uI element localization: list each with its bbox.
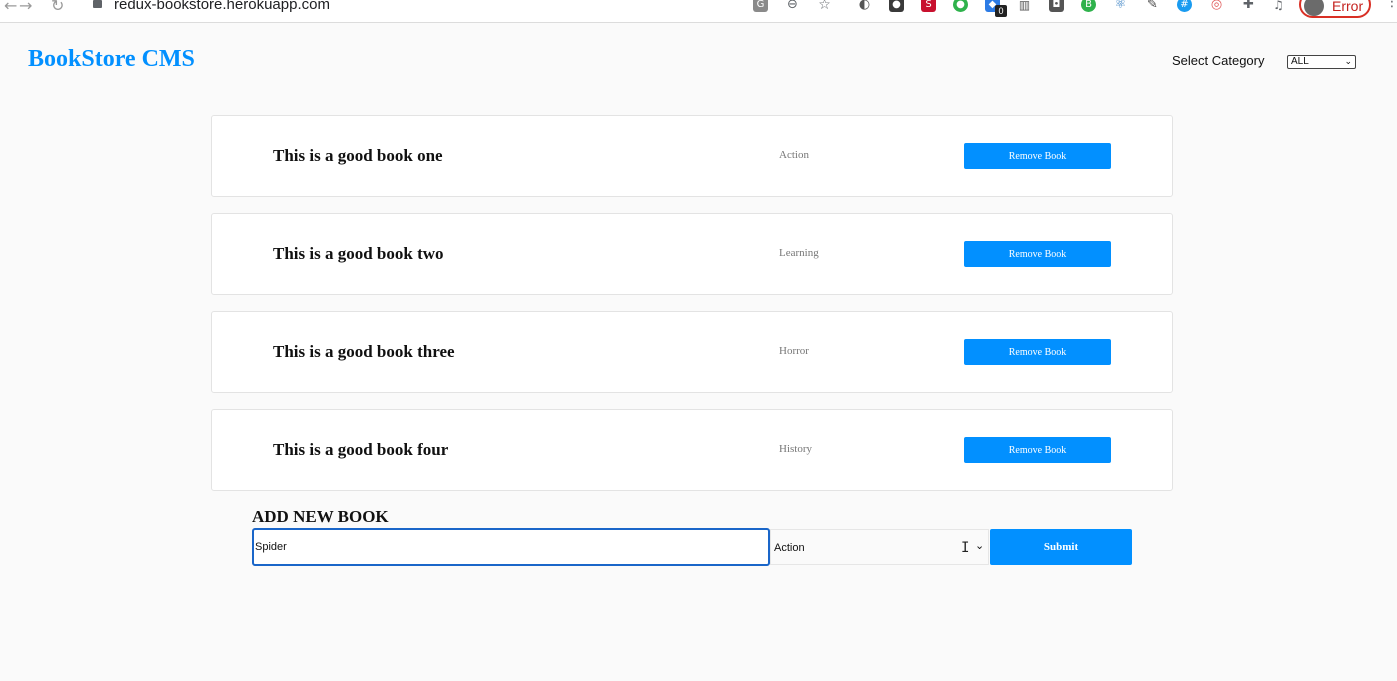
extension-icon[interactable]: B (1081, 0, 1096, 12)
extension-icon[interactable]: # (1177, 0, 1192, 12)
star-icon[interactable]: ☆ (817, 0, 832, 13)
book-card: This is a good book one Action Remove Bo… (211, 115, 1173, 197)
forward-icon[interactable]: → (19, 0, 32, 15)
extension-icon[interactable]: ◐ (857, 0, 872, 12)
lock-icon[interactable] (93, 0, 102, 8)
filter-label: Select Category (1172, 53, 1265, 68)
book-title: This is a good book four (273, 440, 449, 459)
browser-toolbar: ← → ↻ redux-bookstore.herokuapp.com G ⊖ … (0, 0, 1397, 23)
profile-button[interactable]: Error (1299, 0, 1371, 18)
extension-icon[interactable]: ▥ (1017, 0, 1032, 12)
remove-book-button[interactable]: Remove Book (964, 339, 1111, 365)
puzzle-icon[interactable]: ✚ (1241, 0, 1256, 12)
extension-icon[interactable]: S (921, 0, 936, 12)
book-title: This is a good book two (273, 244, 444, 263)
submit-button[interactable]: Submit (990, 529, 1132, 565)
book-title: This is a good book three (273, 342, 455, 361)
book-category: Learning (779, 247, 819, 259)
remove-book-button[interactable]: Remove Book (964, 241, 1111, 267)
remove-book-button[interactable]: Remove Book (964, 437, 1111, 463)
react-icon[interactable]: ⚛ (1113, 0, 1128, 12)
book-card: This is a good book three Horror Remove … (211, 311, 1173, 393)
profile-status: Error (1332, 0, 1364, 14)
book-title: This is a good book one (273, 146, 443, 165)
extension-icon[interactable]: ● (889, 0, 904, 12)
back-icon[interactable]: ← (4, 0, 17, 15)
menu-icon[interactable]: ⋮ (1385, 0, 1397, 10)
extension-icon[interactable]: ● (953, 0, 968, 12)
form-heading: ADD NEW BOOK (252, 507, 389, 526)
text-cursor-icon: I (961, 540, 970, 556)
book-category-value: Action (774, 542, 805, 554)
book-category: Horror (779, 345, 809, 357)
book-category: History (779, 443, 812, 455)
translate-icon[interactable]: G (753, 0, 768, 12)
book-title-input[interactable] (252, 528, 770, 566)
extension-badge: 0 (995, 5, 1007, 17)
chevron-down-icon: ⌄ (975, 539, 985, 552)
reload-icon[interactable]: ↻ (51, 0, 64, 15)
extension-icon[interactable]: ◘ (1049, 0, 1064, 12)
category-filter-select[interactable]: ALL ⌄ (1287, 55, 1356, 69)
book-category: Action (779, 149, 809, 161)
chevron-down-icon: ⌄ (1344, 57, 1352, 67)
remove-book-button[interactable]: Remove Book (964, 143, 1111, 169)
page-title: BookStore CMS (28, 46, 195, 72)
book-category-select[interactable]: Action ⌄ (770, 529, 989, 565)
extension-icon[interactable]: ✎ (1145, 0, 1160, 12)
book-card: This is a good book two Learning Remove … (211, 213, 1173, 295)
avatar (1304, 0, 1324, 16)
address-bar[interactable]: redux-bookstore.herokuapp.com (114, 0, 330, 13)
book-card: This is a good book four History Remove … (211, 409, 1173, 491)
media-icon[interactable]: ♫ (1271, 0, 1286, 12)
category-filter-value: ALL (1291, 56, 1309, 67)
extension-icon[interactable]: ◎ (1209, 0, 1224, 12)
zoom-icon[interactable]: ⊖ (785, 0, 800, 12)
